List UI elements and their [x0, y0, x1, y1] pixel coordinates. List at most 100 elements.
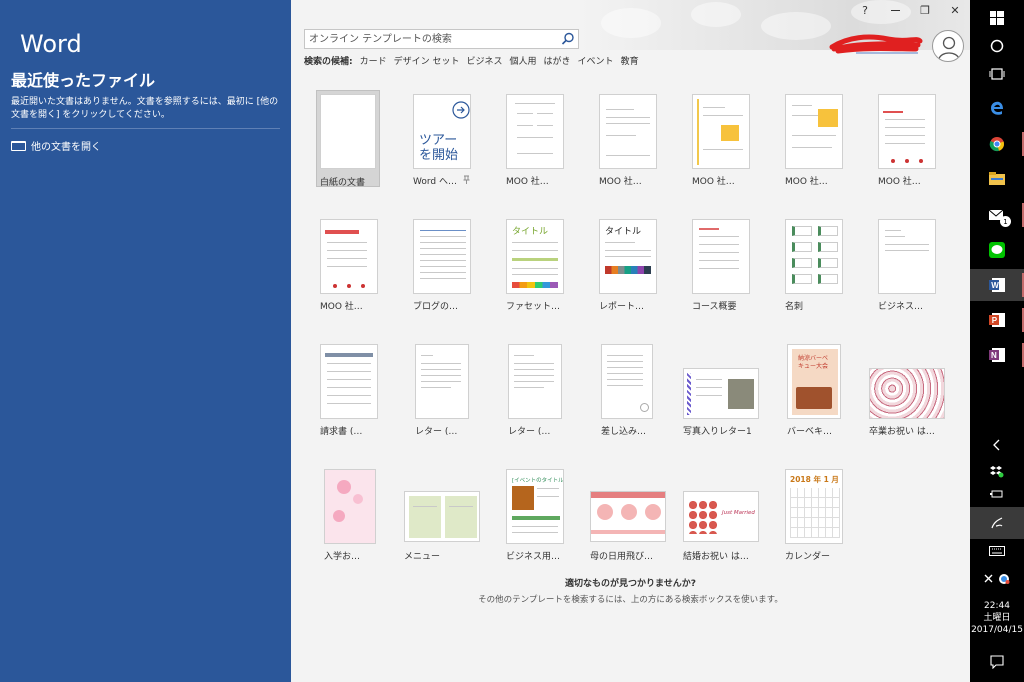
- template-thumbnail: [692, 94, 750, 169]
- template-thumbnail: ツアーを開始: [413, 94, 471, 169]
- thumb-text: タイトル: [512, 227, 549, 237]
- suggestion-card[interactable]: カード: [360, 54, 387, 67]
- search-icon[interactable]: [560, 31, 576, 47]
- line-app-icon[interactable]: [970, 234, 1024, 266]
- thumb-text: 納涼バーベキュー大会: [798, 355, 829, 370]
- template-thumbnail: 納涼バーベキュー大会: [787, 344, 841, 419]
- left-pane: Word 最近使ったファイル 最近開いた文書はありません。文書を参照するには、最…: [0, 0, 291, 682]
- template-search-input[interactable]: [309, 32, 554, 46]
- template-label: ビジネス用…: [506, 552, 561, 562]
- template-thumbnail: [404, 491, 480, 542]
- template-label: MOO 社…: [692, 177, 735, 187]
- thumb-text: Just Married: [722, 510, 755, 516]
- template-label: レポート…: [599, 302, 645, 312]
- template-thumbnail: [683, 368, 759, 419]
- template-label: ブログの…: [413, 302, 459, 312]
- template-thumbnail: [324, 469, 376, 544]
- template-thumbnail: タイトル: [506, 219, 564, 294]
- windows-taskbar: 1 W P N 22:44 土曜日 2017/04/15: [970, 0, 1024, 682]
- svg-text:P: P: [992, 316, 998, 325]
- template-thumbnail: [785, 219, 843, 294]
- svg-text:N: N: [991, 351, 997, 360]
- onenote-icon[interactable]: N: [970, 339, 1024, 371]
- template-thumbnail: [785, 94, 843, 169]
- thumb-text: タイトル: [605, 227, 642, 237]
- suggestion-personal[interactable]: 個人用: [510, 54, 537, 67]
- template-thumbnail: タイトル: [599, 219, 657, 294]
- template-label: レター (…: [508, 427, 551, 437]
- word-taskbar-icon[interactable]: W: [970, 269, 1024, 301]
- template-label: 母の日用飛び…: [590, 552, 654, 562]
- file-explorer-icon[interactable]: [970, 163, 1024, 195]
- clock-date: 2017/04/15: [971, 625, 1023, 635]
- minimize-button[interactable]: [880, 0, 910, 20]
- template-search-box: [304, 29, 579, 49]
- template-label: 名刺: [785, 302, 804, 312]
- template-label: ビジネス…: [878, 302, 924, 312]
- template-thumbnail: 2018 年 1 月: [785, 469, 843, 544]
- template-label: 卒業お祝い は…: [869, 427, 935, 437]
- task-view-icon[interactable]: [970, 58, 1024, 90]
- template-label: ファセット…: [506, 302, 561, 312]
- action-center-icon[interactable]: [970, 646, 1024, 678]
- open-other-label: 他の文書を開く: [31, 142, 101, 153]
- suggestion-event[interactable]: イベント: [578, 54, 614, 67]
- user-avatar[interactable]: [932, 30, 964, 62]
- template-label: MOO 社…: [785, 177, 828, 187]
- suggestions-label: 検索の候補:: [304, 57, 353, 67]
- not-found-title: 適切なものが見つかりませんか?: [565, 579, 696, 589]
- template-label: メニュー: [404, 552, 441, 562]
- template-thumbnail: [590, 491, 666, 542]
- close-button[interactable]: ✕: [940, 0, 970, 20]
- person-icon: [938, 36, 960, 60]
- pin-icon[interactable]: [463, 175, 470, 184]
- template-label: MOO 社…: [599, 177, 642, 187]
- main-area: 検索の候補: カード デザイン セット ビジネス 個人用 はがき イベント 教育…: [291, 0, 970, 682]
- template-label: 差し込み…: [601, 427, 647, 437]
- battery-icon[interactable]: [970, 478, 1024, 510]
- redacted-account-name: [829, 34, 923, 54]
- template-label: Word へ…: [413, 177, 457, 187]
- suggestion-business[interactable]: ビジネス: [467, 54, 503, 67]
- clock-time: 22:44: [984, 601, 1010, 611]
- window-controls: ? ❐ ✕: [850, 0, 970, 20]
- system-clock[interactable]: 22:44 土曜日 2017/04/15: [970, 600, 1024, 636]
- thumb-text: [イベントのタイトル]: [512, 478, 564, 484]
- template-label: 結婚お祝い は…: [683, 552, 749, 562]
- mail-icon[interactable]: 1: [970, 199, 1024, 231]
- thumb-text: 2018 年 1 月: [790, 475, 839, 484]
- mail-badge: 1: [1000, 216, 1011, 227]
- template-label: MOO 社…: [320, 302, 363, 312]
- chrome-icon[interactable]: [970, 128, 1024, 160]
- powerpoint-icon[interactable]: P: [970, 304, 1024, 336]
- template-thumbnail: [878, 219, 936, 294]
- recent-files-description: 最近開いた文書はありません。文書を参照するには、最初に [他の文書を開く] をク…: [11, 97, 279, 120]
- template-label: MOO 社…: [506, 177, 549, 187]
- clock-day: 土曜日: [983, 613, 1011, 623]
- suggestion-postcard[interactable]: はがき: [544, 54, 571, 67]
- folder-icon: [11, 140, 26, 151]
- open-other-documents-link[interactable]: 他の文書を開く: [11, 138, 101, 153]
- template-label: カレンダー: [785, 552, 831, 562]
- template-thumbnail: [320, 94, 376, 169]
- template-thumbnail: [イベントのタイトル]: [506, 469, 564, 544]
- search-suggestions: 検索の候補: カード デザイン セット ビジネス 個人用 はがき イベント 教育: [304, 54, 639, 67]
- restore-button[interactable]: ❐: [910, 0, 940, 20]
- template-thumbnail: [413, 219, 471, 294]
- template-label: MOO 社…: [878, 177, 921, 187]
- help-button[interactable]: ?: [850, 0, 880, 20]
- edge-icon[interactable]: [970, 92, 1024, 124]
- template-thumbnail: [508, 344, 562, 419]
- tray-status-icons[interactable]: [970, 563, 1024, 595]
- template-thumbnail: Just Married: [683, 491, 759, 542]
- template-label: 白紙の文書: [320, 178, 366, 188]
- template-thumbnail: [599, 94, 657, 169]
- template-thumbnail: [320, 219, 378, 294]
- thumb-text: ツアーを開始: [419, 133, 459, 163]
- suggestion-design-set[interactable]: デザイン セット: [394, 54, 460, 67]
- suggestion-education[interactable]: 教育: [621, 54, 639, 67]
- template-label: 請求書 (…: [320, 427, 363, 437]
- template-thumbnail: [601, 344, 653, 419]
- app-title: Word: [20, 30, 82, 58]
- template-label: 写真入りレター1: [683, 427, 752, 437]
